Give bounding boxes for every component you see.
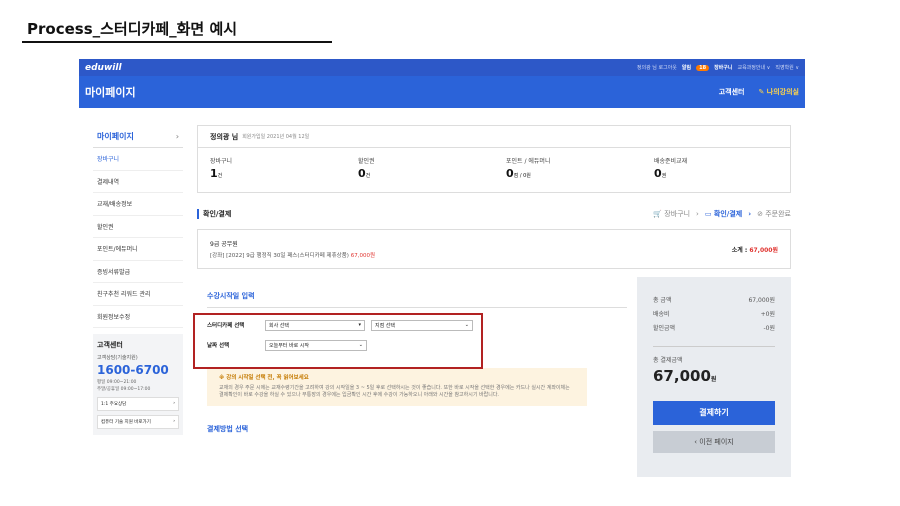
notice-title: ※ 강의 시작일 선택 전, 꼭 읽어보세요 — [219, 375, 309, 381]
pencil-icon: ✎ — [758, 88, 767, 96]
logout-link[interactable]: 정의광 님 로그아웃 — [637, 64, 677, 71]
step-confirm: ▭ 확인/결제 — [704, 210, 743, 218]
order-name: [강좌] [2022] 9급 행정직 30일 패스(스터디카페 제휴상품) 67… — [210, 253, 376, 259]
chevron-right-icon: › — [748, 210, 752, 218]
total-value: 67,000원 — [653, 367, 717, 385]
chevron-right-icon: › — [173, 419, 175, 424]
cs-hours-weekday: 평일 09:00~21:00 — [97, 380, 137, 385]
summary-row-discount: 할인금액 -0원 — [653, 325, 775, 332]
cs-hours-weekend: 주말/공휴일 09:00~17:00 — [97, 387, 151, 392]
total-label: 총 결제금액 — [653, 357, 683, 364]
checkout-steps: 확인/결제 🛒 장바구니 › ▭ 확인/결제 › ⊘ 주문완료 — [197, 209, 791, 219]
cart-link[interactable]: 장바구니 — [714, 64, 732, 71]
cs-subtitle: 고객상담(기술지원) — [97, 355, 138, 361]
user-name: 정의광 님 — [210, 132, 239, 141]
join-date: 회원가입일 2021년 04월 12일 — [242, 134, 310, 140]
stat-delivery[interactable]: 배송준비교재 0권 — [642, 148, 790, 192]
main-content: 정의광 님 회원가입일 2021년 04월 12일 장바구니 1건 할인권 0건 포… — [193, 125, 791, 477]
top-bar: eduwill 정의광 님 로그아웃 알림 18 장바구니 교육과정안내 ∨ 직… — [79, 59, 805, 76]
notice-box: ※ 강의 시작일 선택 전, 꼭 읽어보세요 교재의 경우 주문 시에는 교재수… — [207, 368, 587, 406]
sidebar-item-cart[interactable]: 장바구니 — [93, 148, 183, 171]
payment-summary: 총 금액 67,000원 배송비 +0원 할인금액 -0원 총 결제금액 67,000… — [637, 277, 791, 477]
section-label: 확인/결제 — [197, 209, 231, 219]
order-category: 9급 공무원 — [210, 241, 238, 248]
stat-cart[interactable]: 장바구니 1건 — [198, 148, 346, 192]
start-date-title: 수강시작일 입력 — [207, 292, 255, 300]
step-complete: ⊘ 주문완료 — [757, 210, 791, 218]
slide-title-underline — [22, 41, 332, 43]
cs-title: 고객센터 — [97, 341, 123, 349]
summary-row-shipping: 배송비 +0원 — [653, 311, 775, 318]
summary-row-total: 총 금액 67,000원 — [653, 297, 775, 304]
cs-inquiry-button[interactable]: 1:1 주요상담 › — [97, 397, 179, 411]
sidebar-item-profile[interactable]: 회원정보수정 — [93, 306, 183, 328]
eduwill-logo[interactable]: eduwill — [85, 63, 122, 73]
top-right-menu: 정의광 님 로그아웃 알림 18 장바구니 교육과정안내 ∨ 직영학원 ∨ — [637, 64, 799, 71]
sidebar-item-referral[interactable]: 친구추천 리워드 관리 — [93, 283, 183, 306]
stat-coupons[interactable]: 할인권 0건 — [346, 148, 494, 192]
highlight-box — [193, 313, 483, 369]
course-info-menu[interactable]: 교육과정안내 ∨ — [737, 64, 770, 71]
academy-menu[interactable]: 직영학원 ∨ — [775, 64, 799, 71]
order-subtotal: 소계 : 67,000원 — [731, 246, 778, 254]
sidebar-header[interactable]: 마이페이지 › — [93, 126, 183, 148]
sidebar-item-coupons[interactable]: 할인권 — [93, 216, 183, 238]
support-link[interactable]: 고객센터 — [719, 87, 745, 97]
start-date-form: 수강시작일 입력 스터디카페 선택 회사 선택 ▾ 지점 선택 ⌄ 날짜 선택 오늘… — [193, 277, 637, 467]
notice-body: 교재의 경우 주문 시에는 교재수령기간을 고려하여 강의 시작일을 3 ~ 5… — [219, 385, 570, 398]
page-title: 마이페이지 — [85, 86, 136, 99]
cart-icon: 🛒 — [653, 210, 663, 218]
payment-method-title: 결제방법 선택 — [207, 425, 249, 433]
pay-button[interactable]: 결제하기 — [653, 401, 775, 425]
nav-bar: 마이페이지 고객센터 ✎ 나의강의실 — [79, 76, 805, 108]
chevron-right-icon: › — [696, 210, 699, 218]
card-icon: ▭ — [704, 210, 712, 218]
app-window: eduwill 정의광 님 로그아웃 알림 18 장바구니 교육과정안내 ∨ 직… — [79, 59, 805, 482]
alarm-link[interactable]: 알림 — [682, 64, 691, 71]
user-summary: 정의광 님 회원가입일 2021년 04월 12일 장바구니 1건 할인권 0건 포… — [197, 125, 791, 193]
stat-points[interactable]: 포인트 / 에듀머니 0점 / 0원 — [494, 148, 642, 192]
sidebar: 마이페이지 › 장바구니 결제내역 교재/배송정보 할인권 포인트/에듀머니 증… — [93, 126, 183, 435]
check-circle-icon: ⊘ — [757, 210, 763, 218]
order-price: 67,000원 — [350, 253, 376, 259]
alarm-count-badge: 18 — [696, 64, 710, 71]
sidebar-item-points[interactable]: 포인트/에듀머니 — [93, 238, 183, 261]
cs-phone: 1600-6700 — [97, 363, 169, 377]
checkout-form-area: 수강시작일 입력 스터디카페 선택 회사 선택 ▾ 지점 선택 ⌄ 날짜 선택 오늘… — [193, 277, 791, 477]
previous-page-button[interactable]: ‹ 이전 페이지 — [653, 431, 775, 453]
slide-title: Process_스터디카페_화면 예시 — [27, 20, 238, 38]
customer-service-box: 고객센터 고객상담(기술지원) 1600-6700 평일 09:00~21:00… — [93, 334, 183, 435]
sidebar-item-documents[interactable]: 증빙서류발급 — [93, 261, 183, 283]
cs-remote-support-button[interactable]: 컴퓨터 기술 지원 바로가기 › — [97, 415, 179, 429]
chevron-right-icon: › — [175, 132, 179, 141]
my-class-link[interactable]: ✎ 나의강의실 — [758, 87, 799, 97]
sidebar-item-delivery[interactable]: 교재/배송정보 — [93, 193, 183, 216]
order-item: 9급 공무원 [강좌] [2022] 9급 행정직 30일 패스(스터디카페 제… — [197, 229, 791, 269]
step-cart: 🛒 장바구니 — [653, 210, 691, 218]
sidebar-item-payments[interactable]: 결제내역 — [93, 171, 183, 193]
chevron-right-icon: › — [173, 401, 175, 406]
